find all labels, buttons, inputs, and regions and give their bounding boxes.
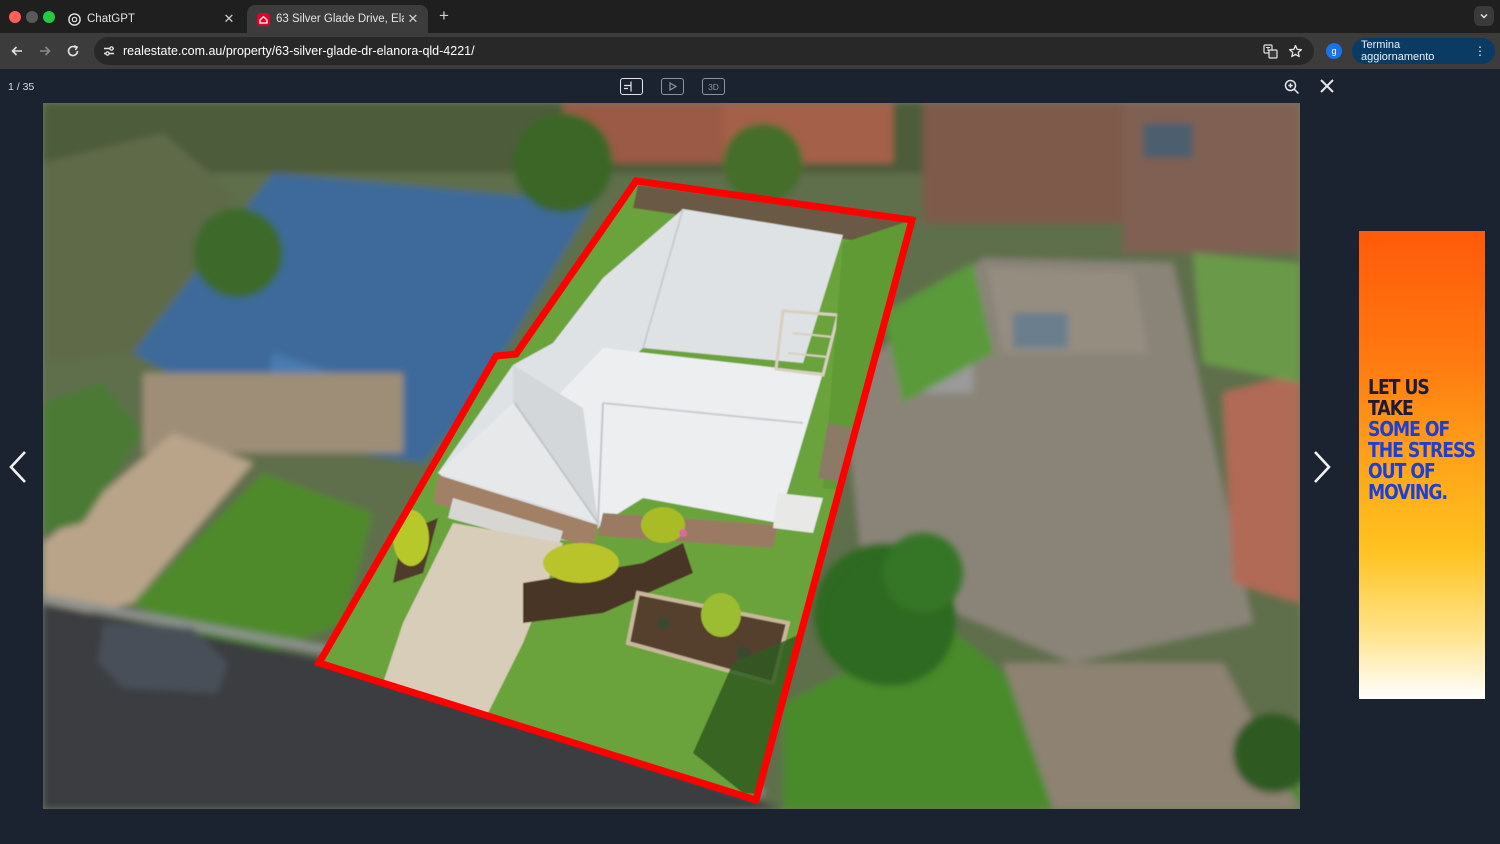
ad-line-6: MOVING. [1368,480,1448,504]
ad-line-5: OUT OF [1368,459,1436,483]
new-tab-button[interactable]: + [436,7,452,25]
3d-tour-icon[interactable]: 3D [702,78,725,95]
profile-avatar[interactable]: g [1326,43,1342,59]
tab-bar: ChatGPT ✕ 63 Silver Glade Drive, Elanora… [0,0,1500,33]
back-button[interactable] [7,41,27,61]
tab-search-button[interactable] [1474,6,1494,26]
ad-line-4: THE STRESS [1368,438,1476,462]
floorplan-icon[interactable] [620,78,643,95]
arrow-right-icon [40,46,51,56]
chatgpt-icon [67,12,81,26]
window-minimize-button[interactable] [26,11,38,23]
reload-icon [67,44,79,57]
close-viewer-icon[interactable] [1318,77,1336,95]
realestate-icon [256,12,270,26]
zoom-in-icon[interactable] [1284,79,1300,95]
site-settings-icon[interactable] [100,42,118,60]
update-button[interactable]: Termina aggiornamento ⋮ [1352,38,1495,64]
ad-line-3: SOME OF [1368,417,1450,441]
tab-chatgpt[interactable]: ChatGPT ✕ [58,5,244,33]
window-close-button[interactable] [9,11,21,23]
next-photo-arrow-icon[interactable] [1310,449,1334,485]
forward-button[interactable] [35,41,55,61]
arrow-left-icon [11,46,22,56]
photo-counter: 1 / 35 [8,81,35,93]
ad-line-2: TAKE [1368,396,1414,420]
tab-title: 63 Silver Glade Drive, Elanora [276,13,404,25]
tab-title: ChatGPT [87,13,135,25]
bookmark-star-icon[interactable] [1286,42,1304,60]
translate-icon[interactable] [1261,42,1279,60]
ad-line-1: LET US [1368,375,1430,399]
ad-text: LET US TAKE SOME OF THE STRESS OUT OF MO… [1368,377,1486,503]
property-photo [43,103,1300,809]
advertisement-banner[interactable]: LET US TAKE SOME OF THE STRESS OUT OF MO… [1359,231,1485,699]
address-bar[interactable]: realestate.com.au/property/63-silver-gla… [94,37,1314,65]
update-button-label: Termina aggiornamento [1361,39,1435,63]
photo-gallery-viewer: 1 / 35 3D LET US TAKE SOME OF THE STRESS… [0,69,1500,844]
browser-toolbar: realestate.com.au/property/63-silver-gla… [0,33,1500,69]
previous-photo-arrow-icon[interactable] [6,449,30,485]
more-menu-icon[interactable]: ⋮ [1474,44,1486,58]
aerial-house-image [43,103,1300,809]
window-zoom-button[interactable] [43,11,55,23]
tab-close-icon[interactable]: ✕ [404,11,422,27]
chevron-down-icon [1480,13,1488,19]
video-icon[interactable] [661,78,684,95]
reload-button[interactable] [63,41,83,61]
url-text: realestate.com.au/property/63-silver-gla… [123,44,475,58]
tab-realestate[interactable]: 63 Silver Glade Drive, Elanora ✕ [247,5,428,33]
tab-close-icon[interactable]: ✕ [220,11,238,27]
gallery-mode-switcher: 3D [620,78,725,95]
